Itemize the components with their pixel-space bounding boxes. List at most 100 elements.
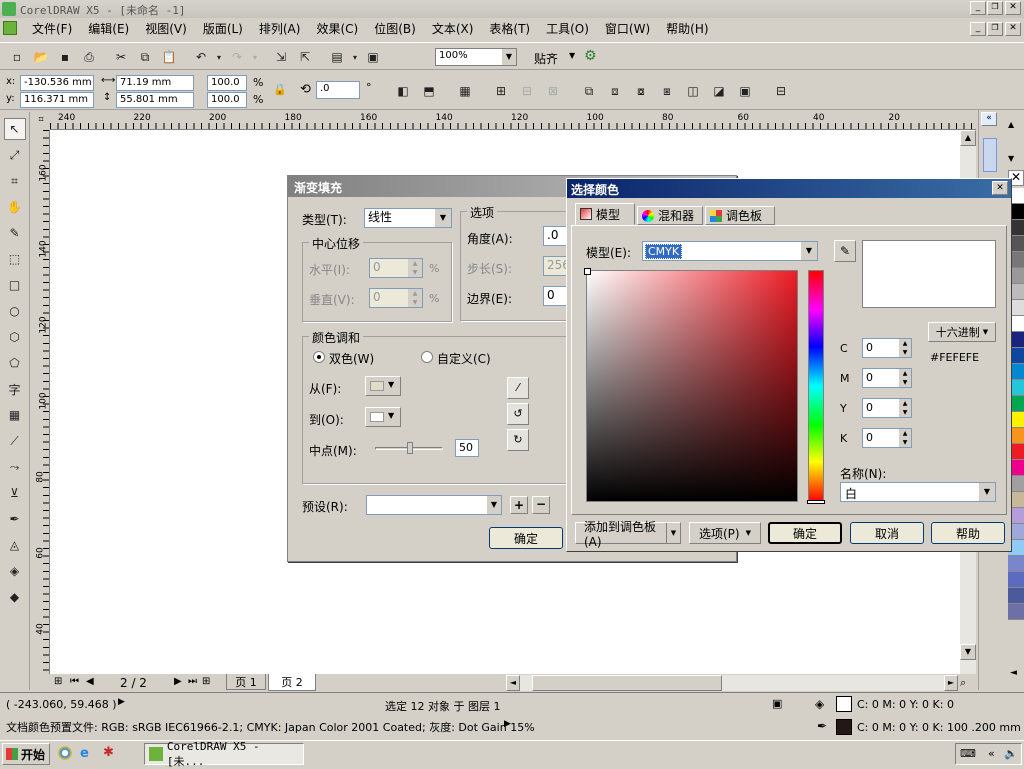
color-cancel-button[interactable]: 取消 bbox=[850, 522, 924, 544]
menu-item-4[interactable]: 排列(A) bbox=[251, 18, 309, 40]
height-field[interactable]: 55.801 mm bbox=[116, 92, 194, 108]
chevron-down-icon[interactable]: ▼ bbox=[435, 209, 451, 227]
vertical-offset-field[interactable]: 0 ▲ ▼ bbox=[369, 288, 423, 308]
outline-swatch[interactable] bbox=[836, 719, 852, 735]
color-ok-button[interactable]: 确定 bbox=[768, 522, 842, 544]
group-icon[interactable]: ⊞ bbox=[490, 80, 512, 102]
dimension-tool-icon[interactable]: ⟋ bbox=[4, 430, 26, 452]
channel-field-y[interactable]: 0 ▲ ▼ bbox=[862, 398, 912, 418]
preset-select[interactable]: ▼ bbox=[366, 495, 502, 515]
close-button[interactable]: ✕ bbox=[1005, 1, 1021, 15]
midpoint-slider[interactable] bbox=[375, 442, 443, 456]
lock-ratio-icon[interactable]: 🔒 bbox=[273, 83, 287, 96]
zoom-tool-icon[interactable]: ✋ bbox=[4, 196, 26, 218]
first-page-icon[interactable]: ⏮ bbox=[70, 676, 79, 687]
horizontal-offset-field[interactable]: 0 ▲ ▼ bbox=[369, 258, 423, 278]
tab-model[interactable]: 模型 bbox=[575, 203, 635, 225]
crop-tool-icon[interactable]: ⌗ bbox=[4, 170, 26, 192]
volume-icon[interactable]: 🔈 bbox=[1004, 747, 1018, 760]
align-distribute-icon[interactable]: ⊟ bbox=[770, 80, 792, 102]
paste-icon[interactable]: 📋 bbox=[158, 46, 180, 68]
menu-item-8[interactable]: 表格(T) bbox=[481, 18, 538, 40]
browser-icon[interactable] bbox=[58, 746, 72, 760]
midpoint-field[interactable]: 50 bbox=[455, 439, 479, 457]
doc-close-button[interactable]: ✕ bbox=[1005, 22, 1021, 36]
trim-icon[interactable]: ⧈ bbox=[604, 80, 626, 102]
keyboard-icon[interactable]: ⌨ bbox=[960, 747, 976, 760]
menu-item-3[interactable]: 版面(L) bbox=[195, 18, 251, 40]
scroll-right-button[interactable]: ► bbox=[944, 675, 958, 691]
menu-item-9[interactable]: 工具(O) bbox=[538, 18, 597, 40]
cut-icon[interactable]: ✂ bbox=[110, 46, 132, 68]
snap-dropdown-icon[interactable]: ▼ bbox=[569, 51, 575, 60]
scroll-left-button[interactable]: ◄ bbox=[506, 675, 520, 691]
outline-tool-icon[interactable]: ◬ bbox=[4, 534, 26, 556]
blend-tool-icon[interactable]: ⊻ bbox=[4, 482, 26, 504]
y-position-field[interactable]: 116.371 mm bbox=[20, 92, 94, 108]
x-position-field[interactable]: -130.536 mm bbox=[20, 75, 94, 91]
docker-tab-icon[interactable] bbox=[983, 138, 997, 172]
profile-info[interactable]: 文档颜色预置文件: RGB: sRGB IEC61966-2.1; CMYK: … bbox=[6, 719, 535, 735]
from-color-picker[interactable]: ▼ bbox=[365, 376, 401, 396]
new-icon[interactable]: ▫ bbox=[6, 46, 28, 68]
spin-icon[interactable]: ▲ ▼ bbox=[899, 429, 911, 447]
add-page-before-icon[interactable]: ⊞ bbox=[54, 676, 62, 687]
width-field[interactable]: 71.19 mm bbox=[116, 75, 194, 91]
coords-arrow-icon[interactable]: ▶ bbox=[118, 697, 125, 707]
intersect-icon[interactable]: ⧇ bbox=[630, 80, 652, 102]
next-page-icon[interactable]: ▶ bbox=[174, 676, 182, 687]
options-icon[interactable]: ⚙ bbox=[584, 48, 597, 64]
spin-icon[interactable]: ▲ ▼ bbox=[899, 339, 911, 357]
chevron-down-icon[interactable]: ▼ bbox=[666, 523, 680, 543]
menu-item-6[interactable]: 位图(B) bbox=[366, 18, 424, 40]
model-select[interactable]: CMYK ▼ bbox=[642, 241, 818, 261]
ruler-corner[interactable]: ⌗ bbox=[32, 112, 50, 130]
custom-radio[interactable] bbox=[421, 351, 433, 363]
smart-fill-icon[interactable]: ⬚ bbox=[4, 248, 26, 270]
redo-dropdown-icon[interactable]: ▾ bbox=[250, 46, 260, 68]
color-help-button[interactable]: 帮助 bbox=[931, 522, 1005, 544]
ccw-blend-button[interactable]: ↺ bbox=[507, 403, 529, 425]
copy-icon[interactable]: ⧉ bbox=[134, 46, 156, 68]
channel-field-m[interactable]: 0 ▲ ▼ bbox=[862, 368, 912, 388]
chevron-down-icon[interactable]: ▼ bbox=[801, 242, 817, 260]
menu-item-2[interactable]: 视图(V) bbox=[137, 18, 195, 40]
palette-scroll-down-icon[interactable]: ▼ bbox=[1008, 154, 1014, 163]
palette-swatch[interactable] bbox=[1008, 572, 1024, 588]
table-tool-icon[interactable]: ▦ bbox=[4, 404, 26, 426]
start-button[interactable]: 开始 bbox=[2, 743, 50, 765]
menu-item-0[interactable]: 文件(F) bbox=[24, 18, 80, 40]
app-launcher-icon[interactable]: ▾ bbox=[350, 46, 360, 68]
align-icon[interactable]: ▦ bbox=[454, 80, 476, 102]
tab-page-2[interactable]: 页 2 bbox=[268, 674, 316, 691]
boundary-icon[interactable]: ▣ bbox=[734, 80, 756, 102]
menu-item-11[interactable]: 帮助(H) bbox=[658, 18, 716, 40]
channel-field-c[interactable]: 0 ▲ ▼ bbox=[862, 338, 912, 358]
interactive-fill-icon[interactable]: ◆ bbox=[4, 586, 26, 608]
add-preset-button[interactable]: + bbox=[510, 496, 528, 514]
rectangle-tool-icon[interactable]: □ bbox=[4, 274, 26, 296]
palette-swatch[interactable] bbox=[1008, 556, 1024, 572]
name-select[interactable]: 白 ▼ bbox=[840, 482, 996, 502]
palette-swatch[interactable] bbox=[1008, 588, 1024, 604]
hue-thumb[interactable] bbox=[807, 500, 825, 504]
scroll-thumb[interactable] bbox=[532, 675, 722, 691]
fill-swatch[interactable] bbox=[836, 696, 852, 712]
add-to-palette-button[interactable]: 添加到调色板(A) ▼ bbox=[575, 520, 681, 549]
shape-tool-icon[interactable]: ⤢ bbox=[4, 144, 26, 166]
menu-item-10[interactable]: 窗口(W) bbox=[597, 18, 658, 40]
spin-icon[interactable]: ▲ ▼ bbox=[408, 259, 422, 277]
eyedropper-button[interactable]: ✎ bbox=[834, 240, 856, 262]
scale-x-field[interactable]: 100.0 bbox=[207, 75, 247, 91]
prev-page-icon[interactable]: ◀ bbox=[86, 676, 94, 687]
ungroup-icon[interactable]: ⊟ bbox=[516, 80, 538, 102]
chevron-down-icon[interactable]: ▼ bbox=[487, 496, 501, 514]
front-minus-back-icon[interactable]: ◫ bbox=[682, 80, 704, 102]
rotation-field[interactable]: .0 bbox=[316, 81, 360, 99]
tab-page-1[interactable]: 页 1 bbox=[226, 674, 266, 690]
weld-icon[interactable]: ⧉ bbox=[578, 80, 600, 102]
taskbar-coreldraw-button[interactable]: CorelDRAW X5 - [未... bbox=[144, 740, 304, 768]
type-select[interactable]: 线性 ▼ bbox=[364, 208, 452, 228]
doc-restore-button[interactable]: ❐ bbox=[987, 22, 1003, 36]
export-icon[interactable]: ⇱ bbox=[294, 46, 316, 68]
